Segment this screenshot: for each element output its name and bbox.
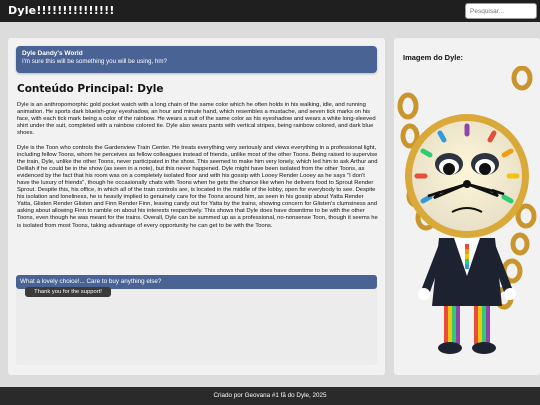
page-title: Conteúdo Principal: Dyle [17, 83, 164, 95]
description-paragraph-personality: Dyle is the Toon who controls the Garden… [17, 145, 378, 229]
sidebar-card: Imagem do Dyle: [394, 38, 540, 375]
description-paragraph-appearance: Dyle is an anthropomorphic gold pocket w… [17, 102, 376, 137]
site-title: Dyle!!!!!!!!!!!!!!! [8, 4, 115, 17]
chat-area: What a lovely choice!... Care to buy any… [16, 275, 377, 365]
top-bar: Dyle!!!!!!!!!!!!!!! [0, 0, 540, 22]
sidebar-title: Imagem do Dyle: [403, 53, 464, 62]
main-content-card: Dyle Dandy's World I'm sure this will be… [8, 38, 385, 375]
welcome-banner: Dyle Dandy's World I'm sure this will be… [16, 46, 377, 73]
footer: Criado por Geovana #1 fã do Dyle, 2025 [0, 387, 540, 405]
search-input[interactable] [465, 3, 537, 19]
support-thanks-button[interactable]: Thank you for the support! [25, 287, 111, 297]
banner-text: I'm sure this will be something you will… [22, 58, 167, 65]
banner-title: Dyle Dandy's World [22, 50, 83, 57]
dyle-character-image [397, 66, 537, 354]
